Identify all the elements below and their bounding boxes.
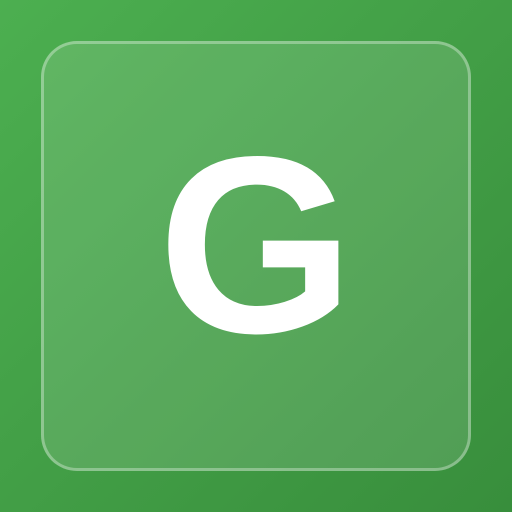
app-icon: G	[0, 0, 512, 512]
icon-letter: G	[157, 105, 354, 386]
icon-tile: G	[41, 41, 471, 471]
